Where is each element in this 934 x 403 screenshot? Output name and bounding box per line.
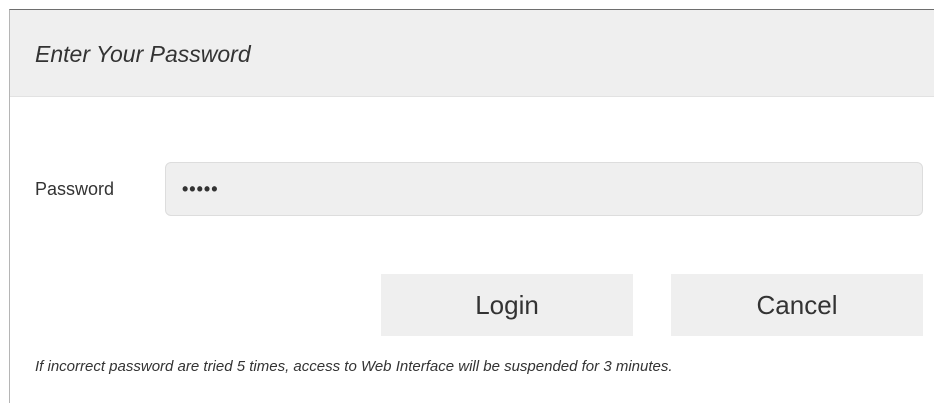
- cancel-button[interactable]: Cancel: [671, 274, 923, 336]
- password-label: Password: [35, 179, 115, 199]
- dialog-header: Enter Your Password: [10, 10, 934, 97]
- login-button[interactable]: Login: [381, 274, 633, 336]
- password-dialog: Enter Your Password Password Login Cance…: [9, 9, 934, 403]
- lockout-notice: If incorrect password are tried 5 times,…: [35, 358, 673, 375]
- password-field[interactable]: [165, 162, 923, 216]
- dialog-title: Enter Your Password: [35, 41, 251, 67]
- password-row: Password: [10, 162, 934, 218]
